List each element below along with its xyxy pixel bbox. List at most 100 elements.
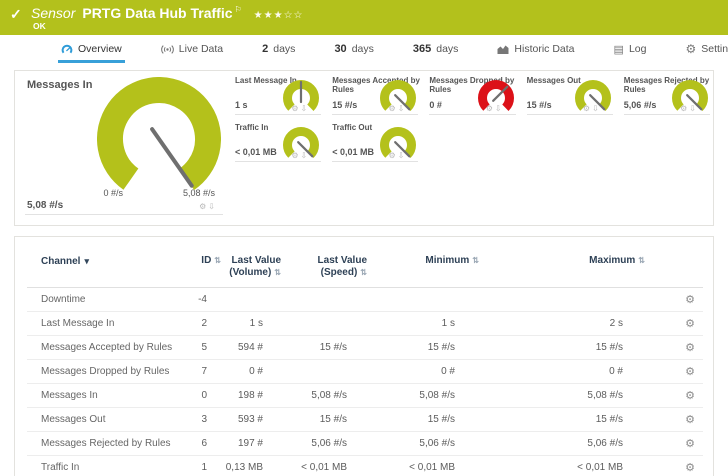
- gauge-pin-icon[interactable]: ⇩: [208, 202, 217, 211]
- min-cell: 15 #/s: [369, 408, 481, 432]
- status-check-icon: ✓: [10, 6, 22, 23]
- sensor-title: PRTG Data Hub Traffic: [82, 5, 232, 21]
- star-filled-icon[interactable]: ★: [254, 10, 264, 21]
- star-filled-icon[interactable]: ★: [274, 10, 284, 21]
- min-cell: 1 s: [369, 312, 481, 336]
- speed-cell: 5,08 #/s: [283, 384, 369, 408]
- channel-settings-icon[interactable]: ⚙: [685, 414, 695, 426]
- tab-365-days[interactable]: 365days: [410, 38, 462, 63]
- status-badge: OK: [33, 21, 46, 31]
- min-cell: 5,08 #/s: [369, 384, 481, 408]
- gauge-settings-icon[interactable]: ⚙: [486, 104, 495, 113]
- tab-label: Live Data: [179, 43, 223, 55]
- flag-icon[interactable]: ⚐: [235, 5, 242, 14]
- sort-icon: ⇅: [214, 256, 221, 265]
- gauge-value: 1 s: [235, 100, 248, 110]
- gauge-settings-icon[interactable]: ⚙: [199, 202, 208, 211]
- channel-settings-icon[interactable]: ⚙: [685, 342, 695, 354]
- actions-cell: ⚙: [647, 288, 703, 312]
- gauge-label: Messages In: [27, 79, 92, 91]
- small-gauges-grid: Last Message In1 s⚙⇩Messages Accepted by…: [227, 71, 713, 165]
- gauge-pin-icon[interactable]: ⇩: [689, 104, 698, 113]
- table-row: Messages Out3593 #15 #/s15 #/s15 #/s⚙: [27, 408, 703, 432]
- channel-settings-icon[interactable]: ⚙: [685, 366, 695, 378]
- gauge-pin-icon[interactable]: ⇩: [495, 104, 504, 113]
- gauge-tile: Messages Dropped by Rules0 #⚙⇩: [421, 71, 518, 118]
- tab-live-data[interactable]: Live Data: [158, 38, 226, 63]
- column-header-minimum[interactable]: Minimum⇅: [369, 247, 481, 288]
- actions-cell: ⚙: [647, 384, 703, 408]
- channel-settings-icon[interactable]: ⚙: [685, 462, 695, 474]
- max-cell: < 0,01 MB: [481, 456, 647, 476]
- gauge-value: < 0,01 MB: [235, 147, 277, 157]
- min-cell: 5,06 #/s: [369, 432, 481, 456]
- log-icon: ▤: [614, 43, 624, 56]
- actions-cell: ⚙: [647, 312, 703, 336]
- tab-number: 30: [334, 43, 346, 55]
- channel-cell: Last Message In: [27, 312, 177, 336]
- gauge-scale-min: 0 #/s: [71, 188, 123, 198]
- gauge-tile: Last Message In1 s⚙⇩: [227, 71, 324, 118]
- star-filled-icon[interactable]: ★: [264, 10, 274, 21]
- id-cell: 2: [177, 312, 223, 336]
- id-cell: 6: [177, 432, 223, 456]
- max-cell: [481, 288, 647, 312]
- actions-cell: ⚙: [647, 456, 703, 476]
- tile-divider: [332, 161, 418, 162]
- gauge-pin-icon[interactable]: ⇩: [300, 151, 309, 160]
- column-header-id[interactable]: ID⇅: [177, 247, 223, 288]
- gauge-tile: Traffic Out< 0,01 MB⚙⇩: [324, 118, 421, 165]
- vol-cell: 197 #: [223, 432, 283, 456]
- tab-settings[interactable]: ⚙Settings: [682, 38, 728, 63]
- tab-overview[interactable]: Overview: [58, 38, 125, 63]
- gauge-pin-icon[interactable]: ⇩: [300, 104, 309, 113]
- tile-divider: [429, 114, 515, 115]
- gauge-scale-max: 5,08 #/s: [149, 188, 215, 198]
- channel-settings-icon[interactable]: ⚙: [685, 294, 695, 306]
- star-empty-icon[interactable]: ☆: [294, 10, 304, 21]
- sort-icon: ⇅: [638, 256, 645, 265]
- min-cell: [369, 288, 481, 312]
- channel-settings-icon[interactable]: ⚙: [685, 390, 695, 402]
- gauge-tile: Messages Rejected by Rules5,06 #/s⚙⇩: [616, 71, 713, 118]
- gauge-pin-icon[interactable]: ⇩: [592, 104, 601, 113]
- channel-cell: Downtime: [27, 288, 177, 312]
- tab-30-days[interactable]: 30days: [331, 38, 376, 63]
- column-header-last-value-speed[interactable]: Last Value(Speed)⇅: [283, 247, 369, 288]
- channel-settings-icon[interactable]: ⚙: [685, 438, 695, 450]
- gauges-panel: Messages In 0 #/s 5,08 #/s 5,08 #/s ⚙⇩ L…: [14, 70, 714, 226]
- gauge-value: 5,06 #/s: [624, 100, 657, 110]
- table-row: Messages Accepted by Rules5594 #15 #/s15…: [27, 336, 703, 360]
- id-cell: -4: [177, 288, 223, 312]
- gauge-tile: Traffic In< 0,01 MB⚙⇩: [227, 118, 324, 165]
- table-header-row: Channel▾ ID⇅ Last Value(Volume)⇅ Last Va…: [27, 247, 703, 288]
- column-header-last-value-volume[interactable]: Last Value(Volume)⇅: [223, 247, 283, 288]
- gauge-settings-icon[interactable]: ⚙: [583, 104, 592, 113]
- tab-label: Overview: [78, 43, 122, 55]
- gauge-value: < 0,01 MB: [332, 147, 374, 157]
- column-header-maximum[interactable]: Maximum⇅: [481, 247, 647, 288]
- column-header-channel[interactable]: Channel▾: [27, 247, 177, 288]
- id-cell: 3: [177, 408, 223, 432]
- vol-cell: 0,13 MB: [223, 456, 283, 476]
- vol-cell: 593 #: [223, 408, 283, 432]
- gauge-settings-icon[interactable]: ⚙: [680, 104, 689, 113]
- tab-label: Log: [629, 43, 647, 55]
- actions-cell: ⚙: [647, 336, 703, 360]
- gauge-value: 15 #/s: [527, 100, 552, 110]
- priority-star-rating[interactable]: ★★★☆☆: [254, 10, 304, 21]
- vol-cell: 594 #: [223, 336, 283, 360]
- gauge-pin-icon[interactable]: ⇩: [398, 104, 407, 113]
- gauge-pin-icon[interactable]: ⇩: [398, 151, 407, 160]
- gauge-settings-icon[interactable]: ⚙: [389, 151, 398, 160]
- table-row: Messages Dropped by Rules70 #0 #0 #⚙: [27, 360, 703, 384]
- channel-settings-icon[interactable]: ⚙: [685, 318, 695, 330]
- table-row: Messages In0198 #5,08 #/s5,08 #/s5,08 #/…: [27, 384, 703, 408]
- tab-historic-data[interactable]: Historic Data: [494, 38, 577, 63]
- id-cell: 5: [177, 336, 223, 360]
- tab-2-days[interactable]: 2days: [259, 38, 298, 63]
- gauge-settings-icon[interactable]: ⚙: [389, 104, 398, 113]
- tab-log[interactable]: ▤ Log: [611, 38, 650, 63]
- star-empty-icon[interactable]: ☆: [284, 10, 294, 21]
- id-cell: 1: [177, 456, 223, 476]
